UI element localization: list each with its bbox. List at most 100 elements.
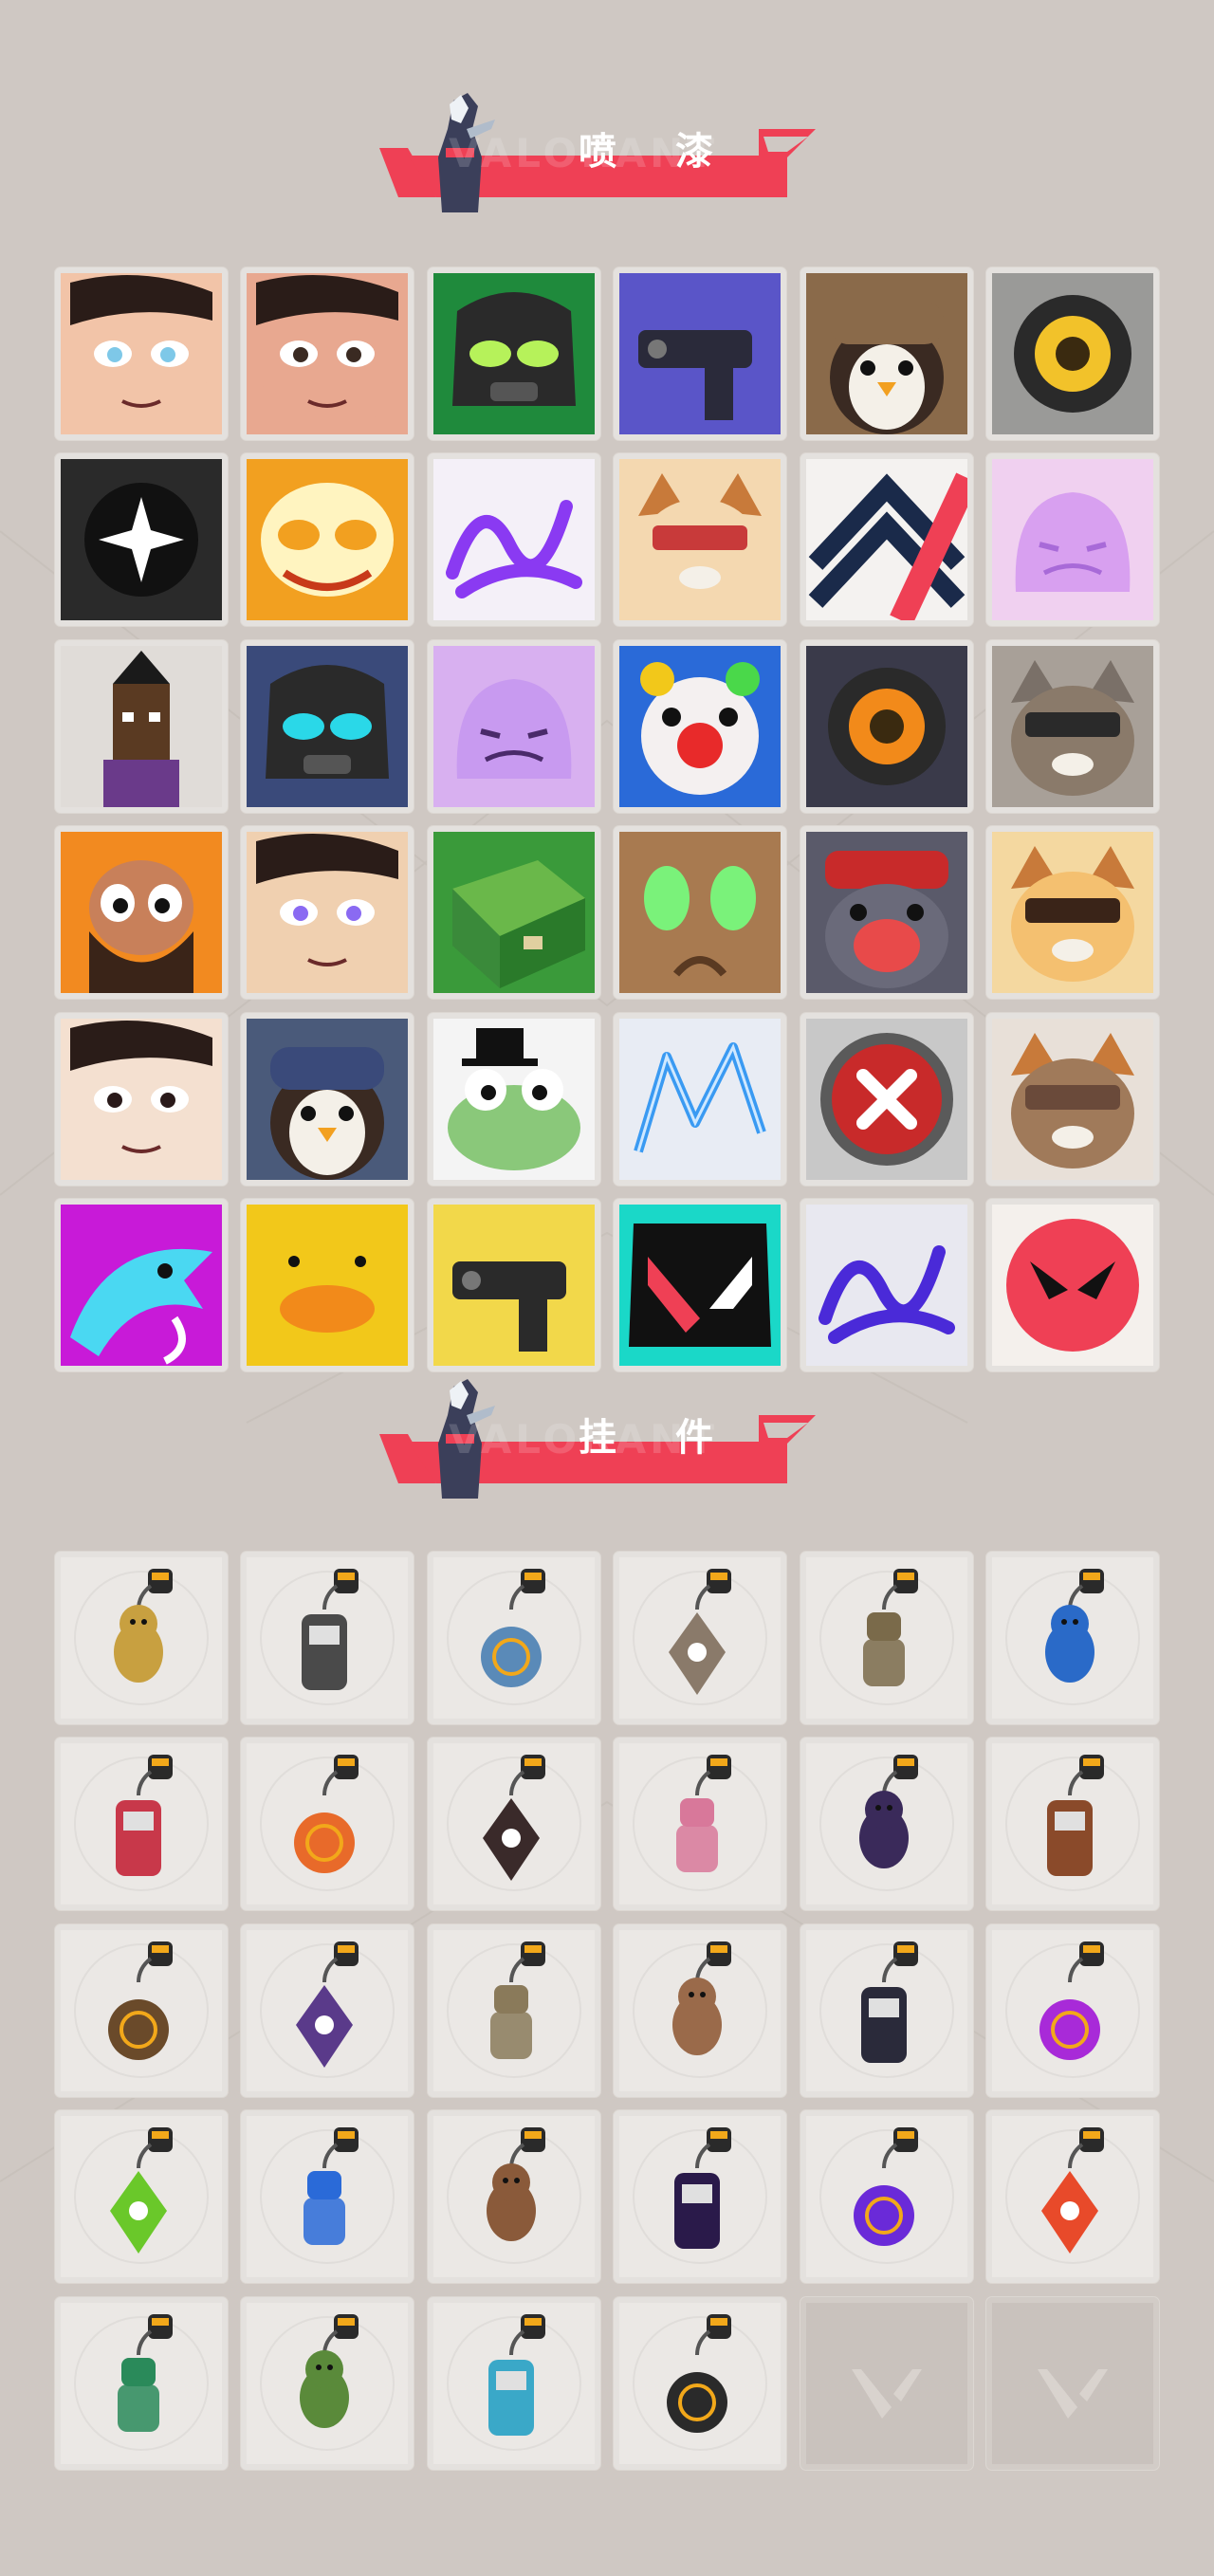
spray-tile[interactable]	[800, 453, 973, 627]
buddy-tile[interactable]	[55, 1738, 228, 1911]
sleeping-creature-spray-icon	[991, 459, 1153, 621]
blue-neon-spray-icon	[619, 1018, 782, 1180]
cupcake-buddy-icon	[633, 1755, 768, 1892]
cowboy-figure-buddy-icon	[446, 1941, 581, 2078]
buddy-tile[interactable]	[241, 1552, 414, 1724]
fire-stack-buddy-icon	[1004, 2127, 1140, 2265]
buddy-tile[interactable]	[427, 2296, 600, 2470]
rope-knot-buddy-icon	[446, 1755, 581, 1892]
buddy-tile[interactable]	[985, 1738, 1159, 1911]
spray-tile[interactable]	[241, 1198, 414, 1371]
buddy-tile[interactable]	[427, 1923, 600, 2097]
buddy-tile[interactable]	[241, 1738, 414, 1911]
buddy-tile[interactable]	[800, 1738, 973, 1911]
buddy-grid	[55, 1552, 1159, 2470]
spray-tile[interactable]	[614, 267, 787, 440]
spray-tile[interactable]	[800, 826, 973, 1000]
tiger-spray-icon	[991, 832, 1153, 994]
buddy-tile[interactable]	[427, 1738, 600, 1911]
buddy-tile[interactable]	[800, 1923, 973, 2097]
pistol-cat-spray-icon	[432, 1204, 595, 1366]
spray-tile[interactable]	[800, 1012, 973, 1186]
bearded-man-spray-icon	[61, 832, 222, 994]
buddy-tile[interactable]	[800, 2110, 973, 2284]
buddy-tile[interactable]	[614, 2110, 787, 2284]
buddy-tile[interactable]	[985, 2110, 1159, 2284]
buddy-tile[interactable]	[800, 1552, 973, 1724]
spray-tile[interactable]	[55, 826, 228, 1000]
spray-tile[interactable]	[55, 1198, 228, 1371]
spray-tile[interactable]	[55, 453, 228, 627]
yellow-eye-robot-spray-icon	[991, 273, 1153, 434]
teddy-bear-buddy-icon	[1004, 1755, 1140, 1892]
pixel-warrior-spray-icon	[61, 645, 222, 807]
spray-tile[interactable]	[427, 267, 600, 440]
spray-tile[interactable]	[614, 1012, 787, 1186]
purple-graffiti-spray-icon	[805, 1204, 967, 1366]
spray-tile[interactable]	[427, 1198, 600, 1371]
spray-tile[interactable]	[985, 267, 1159, 440]
buddy-tile[interactable]	[427, 1552, 600, 1724]
buddy-tile[interactable]	[241, 2110, 414, 2284]
angry-boy-spray-icon	[247, 273, 409, 434]
armored-robot-spray-icon	[247, 645, 409, 807]
spray-tile[interactable]	[427, 639, 600, 813]
buddy-tile[interactable]	[241, 2296, 414, 2470]
buddy-tile[interactable]	[55, 2296, 228, 2470]
spray-tile[interactable]	[985, 826, 1159, 1000]
ep9-badge-buddy-icon	[819, 1755, 954, 1892]
lava-lamp-buddy-icon	[1004, 1941, 1140, 2078]
spray-tile[interactable]	[427, 826, 600, 1000]
spray-tile[interactable]	[241, 267, 414, 440]
red-x-button-spray-icon	[805, 1018, 967, 1180]
buddy-tile[interactable]	[55, 1923, 228, 2097]
spray-tile[interactable]	[427, 1012, 600, 1186]
spray-tile[interactable]	[241, 453, 414, 627]
buddy-tile[interactable]	[241, 1923, 414, 2097]
buddy-tile[interactable]	[614, 1552, 787, 1724]
yellow-duck-spray-icon	[247, 1204, 409, 1366]
valorant-logo-splash-spray-icon	[619, 1204, 782, 1366]
orange-bird-buddy-icon	[260, 1755, 395, 1892]
crying-blob-spray-icon	[805, 832, 967, 994]
spray-tile[interactable]	[55, 639, 228, 813]
spray-tile[interactable]	[427, 453, 600, 627]
raccoon-figure-buddy-icon	[633, 1569, 768, 1705]
spray-section-title: 喷 漆	[579, 130, 736, 174]
penguin-hat-spray-icon	[805, 273, 967, 434]
empty-slot	[800, 2296, 973, 2470]
spray-tile[interactable]	[241, 1012, 414, 1186]
spray-tile[interactable]	[800, 1198, 973, 1371]
spray-tile[interactable]	[985, 639, 1159, 813]
buddy-tile[interactable]	[614, 1738, 787, 1911]
blue-eyed-girl-spray-icon	[61, 273, 222, 434]
buddy-tile[interactable]	[614, 2296, 787, 2470]
purple-eyed-boy-spray-icon	[247, 832, 409, 994]
spray-tile[interactable]	[241, 639, 414, 813]
spray-tile[interactable]	[985, 1198, 1159, 1371]
spray-tile[interactable]	[985, 453, 1159, 627]
spray-tile[interactable]	[800, 639, 973, 813]
buddy-tile[interactable]	[614, 1923, 787, 2097]
spray-tile[interactable]	[55, 1012, 228, 1186]
buddy-tile[interactable]	[427, 2110, 600, 2284]
pixel-raccoon-spray-icon	[991, 1018, 1153, 1180]
buddy-tile[interactable]	[985, 1552, 1159, 1724]
spray-tile[interactable]	[241, 826, 414, 1000]
spray-tile[interactable]	[800, 267, 973, 440]
chevron-stripes-spray-icon	[805, 459, 967, 621]
gold-cat-buddy-icon	[74, 1569, 209, 1705]
orange-mask-spray-icon	[247, 459, 409, 621]
spray-tile[interactable]	[985, 1012, 1159, 1186]
spray-tile[interactable]	[614, 1198, 787, 1371]
spray-tile[interactable]	[614, 826, 787, 1000]
buddy-tile[interactable]	[55, 1552, 228, 1724]
blue-canister-buddy-icon	[1004, 1569, 1140, 1705]
spray-tile[interactable]	[55, 267, 228, 440]
spray-tile[interactable]	[614, 639, 787, 813]
buddy-tile[interactable]	[985, 1923, 1159, 2097]
handheld-console-buddy-icon	[446, 2127, 581, 2265]
orange-gauge-spray-icon	[805, 645, 967, 807]
buddy-tile[interactable]	[55, 2110, 228, 2284]
spray-tile[interactable]	[614, 453, 787, 627]
